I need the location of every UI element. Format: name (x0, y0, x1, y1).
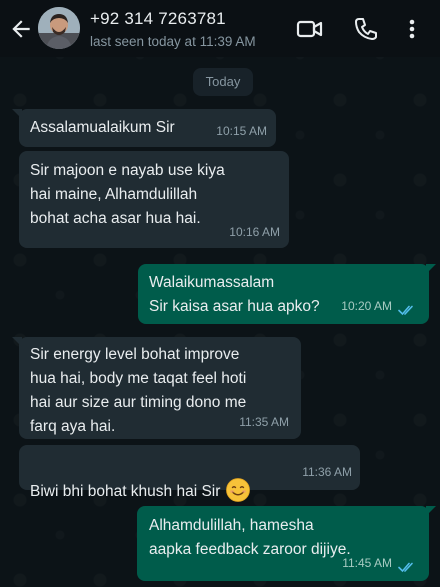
avatar[interactable] (38, 7, 80, 49)
message-time: 11:35 AM (239, 415, 289, 429)
video-call-icon[interactable] (296, 16, 324, 42)
read-receipt-icon (398, 305, 413, 316)
chat-header: +92 314 7263781 last seen today at 11:39… (0, 0, 440, 57)
incoming-message[interactable]: Biwi bhi bohat khush hai Sir 11:36 AM (19, 445, 360, 502)
incoming-message[interactable]: Sir majoon e nayab use kiya hai maine, A… (19, 151, 289, 248)
message-content: Biwi bhi bohat khush hai Sir (30, 454, 251, 504)
smiling-face-emoji-icon (226, 478, 251, 502)
message-time: 11:36 AM (302, 465, 352, 479)
message-time: 11:45 AM (342, 556, 392, 570)
message-text: Sir energy level bohat improve hua hai, … (30, 346, 247, 435)
message-text: Alhamdulillah, hamesha aapka feedback za… (149, 517, 351, 558)
date-separator: Today (193, 68, 253, 96)
last-seen-status: last seen today at 11:39 AM (90, 34, 256, 49)
message-text: Biwi bhi bohat khush hai Sir (30, 483, 221, 500)
outgoing-message[interactable]: Walaikumassalam Sir kaisa asar hua apko?… (138, 264, 436, 324)
outgoing-message[interactable]: Alhamdulillah, hamesha aapka feedback za… (137, 506, 436, 581)
read-receipt-icon (398, 562, 413, 573)
back-arrow-icon[interactable] (8, 16, 34, 42)
message-text: Assalamualaikum Sir (30, 119, 175, 136)
message-time: 10:20 AM (341, 299, 392, 313)
more-options-icon[interactable] (402, 16, 422, 42)
message-time: 10:16 AM (229, 225, 280, 239)
incoming-message[interactable]: Assalamualaikum Sir 10:15 AM (12, 109, 276, 147)
message-text: Walaikumassalam Sir kaisa asar hua apko? (149, 274, 320, 315)
contact-name[interactable]: +92 314 7263781 (90, 9, 226, 29)
phone-call-icon[interactable] (352, 16, 380, 42)
message-text: Sir majoon e nayab use kiya hai maine, A… (30, 162, 225, 227)
message-time: 10:15 AM (216, 124, 267, 138)
incoming-message[interactable]: Sir energy level bohat improve hua hai, … (12, 337, 301, 439)
